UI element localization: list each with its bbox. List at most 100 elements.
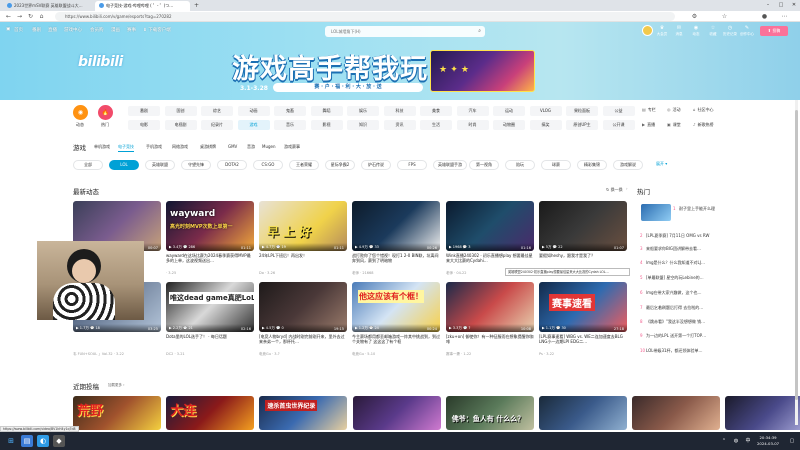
hot-list-item[interactable]: 1 耐子里上手能开么理: [673, 206, 733, 212]
messages-entry[interactable]: ✉ 消息: [672, 25, 686, 37]
profile-icon[interactable]: ●: [760, 12, 769, 21]
zone-tab-0[interactable]: 单机游戏: [94, 144, 110, 150]
video-uploader[interactable]: 韦 FUN+SOUL 」Vol.32 · 3-22: [73, 352, 124, 357]
notification-icon[interactable]: ▢: [786, 435, 798, 447]
category-row2-8[interactable]: 生活: [420, 120, 452, 130]
side-cat-column[interactable]: ▤ 专栏: [642, 107, 656, 113]
side-cat-live[interactable]: ▶ 直播: [642, 122, 655, 128]
video-thumbnail[interactable]: ▶ 5万 💬 22 01:07: [539, 201, 627, 251]
recent-post-thumbnail[interactable]: [539, 396, 627, 430]
category-row1-12[interactable]: 果粒面板: [566, 106, 598, 116]
creator-center-entry[interactable]: ✎ 创作中心: [740, 25, 754, 37]
tag-pill-13[interactable]: 球赛: [541, 160, 571, 170]
nav-mall[interactable]: 会员购: [90, 27, 104, 33]
zone-tab-8[interactable]: 游戏赛事: [284, 144, 300, 150]
tags-expand-button[interactable]: 展开 ▾: [656, 161, 667, 167]
category-row1-4[interactable]: 鬼畜: [274, 106, 306, 116]
tag-pill-5[interactable]: CS:GO: [253, 160, 283, 170]
reload-icon[interactable]: ↻: [26, 12, 35, 21]
hot-list-item[interactable]: 5 [单最联盟] 星空的玩Lebine的…: [640, 275, 730, 281]
video-title[interactable]: wayward在这场比赛为2024春季赛获得MVP最多的上单，这波视频送出…: [166, 253, 254, 263]
category-row1-0[interactable]: 番剧: [128, 106, 160, 116]
recent-post-thumbnail[interactable]: [632, 396, 721, 430]
video-uploader[interactable]: · 3-25: [166, 271, 176, 275]
hot-list-item[interactable]: 10LOL带级31杯，都还领体验单…: [640, 348, 730, 354]
category-row2-13[interactable]: 公开课: [602, 120, 635, 130]
menu-icon[interactable]: ⋯: [780, 12, 789, 21]
category-row1-8[interactable]: 美食: [420, 106, 452, 116]
tag-pill-9[interactable]: FPS: [397, 160, 427, 170]
refresh-button[interactable]: ↻ 换一换: [606, 187, 623, 193]
category-row2-0[interactable]: 电影: [128, 120, 160, 130]
video-title[interactable]: [73, 334, 161, 344]
zone-tab-2[interactable]: 手机游戏: [146, 144, 162, 150]
category-row2-7[interactable]: 资讯: [383, 120, 416, 130]
nav-home-icon[interactable]: ▣: [6, 27, 10, 32]
video-uploader[interactable]: DC2 · 3-21: [166, 352, 185, 356]
video-thumbnail[interactable]: 他这应该有个框！ ▶ 1.2万 💬 24 00:24: [352, 282, 440, 332]
category-row1-2[interactable]: 综艺: [201, 106, 233, 116]
category-row2-11[interactable]: 搞笑: [529, 120, 562, 130]
zone-tab-6[interactable]: 音游: [247, 144, 255, 150]
user-avatar[interactable]: [642, 25, 653, 36]
video-uploader[interactable]: 老师 · 21668: [352, 271, 373, 276]
category-row2-3[interactable]: 游戏: [237, 120, 270, 130]
tag-pill-1[interactable]: LOL: [109, 160, 139, 170]
app-taskbar-icon[interactable]: ◆: [53, 435, 65, 447]
minimize-icon[interactable]: –: [762, 0, 774, 11]
zone-tab-4[interactable]: 桌游棋牌: [200, 144, 216, 150]
video-uploader[interactable]: 赛事一妻 · 1-22: [446, 352, 471, 357]
system-clock[interactable]: 20:34:39 2024-03-07: [757, 435, 779, 447]
hot-list-item[interactable]: 3 来船要求你BIG团讲解带去看…: [640, 246, 730, 252]
video-thumbnail[interactable]: wayward 高光时刻MVP次数上单第一 ▶ 3.4万 💬 286 01:11: [166, 201, 254, 251]
hot-list-item[interactable]: 2 [LPL夏季赛] 7月11日 OMG vs RW: [640, 233, 730, 239]
category-row2-1[interactable]: 电视剧: [164, 120, 197, 130]
recent-post-thumbnail[interactable]: 速杀首虫世界纪录: [259, 396, 348, 430]
banner-pill[interactable]: 赛 · 户 · 福 · 利 · 大 · 放 · 送: [273, 83, 423, 92]
hot-list-item[interactable]: 4 lmg是什么？什么我知道不对LJ…: [640, 260, 730, 266]
tag-pill-8[interactable]: 炉石传说: [361, 160, 391, 170]
zone-tab-5[interactable]: GMV: [228, 144, 237, 149]
more-arrow-icon[interactable]: ›: [626, 186, 628, 191]
scrollbar-thumb[interactable]: [795, 110, 798, 400]
history-entry[interactable]: ◷ 历史记录: [723, 25, 737, 37]
recent-post-thumbnail[interactable]: 大连: [166, 396, 255, 430]
close-icon[interactable]: ✕: [788, 0, 800, 11]
nav-download-client[interactable]: ⬇ 下载客户端: [143, 27, 171, 33]
category-row1-1[interactable]: 国创: [164, 106, 197, 116]
category-row1-7[interactable]: 科技: [383, 106, 416, 116]
vip-entry[interactable]: ♛ 大会员: [655, 25, 669, 37]
dynamic-circle-icon[interactable]: ◉: [73, 105, 88, 120]
category-row1-3[interactable]: 动画: [237, 106, 270, 116]
video-title[interactable]: 战打败你了您个错视！现打1 2-0 BIN联，坑离间奔到风，赛到了明暗物: [352, 253, 440, 263]
recent-post-thumbnail[interactable]: 佛爷：鱼人有 什么么？: [445, 396, 534, 430]
tag-pill-3[interactable]: 守望先锋: [181, 160, 211, 170]
video-uploader[interactable]: 电竞Gu · 5-10: [352, 352, 375, 357]
search-input[interactable]: LOL城墙角下(H) ⌕: [325, 26, 485, 37]
side-cat-community[interactable]: ⌂ 社区中心: [693, 107, 714, 113]
video-thumbnail[interactable]: ▶ 3.3万 💬 ? 10:08: [446, 282, 534, 332]
tray-arrow-icon[interactable]: ⌃: [718, 435, 730, 447]
video-title[interactable]: 24年LPL下班后！再出发！: [259, 253, 347, 263]
video-thumbnail[interactable]: ▶ 4.5万 💬 0 19:15: [259, 282, 347, 332]
banner-art-image[interactable]: ★ ✦ ★: [430, 50, 535, 92]
hot-list-item[interactable]: 6 lmg在带大家兴趣做，这个也…: [640, 290, 730, 296]
category-row1-10[interactable]: 运动: [493, 106, 525, 116]
side-cat-new-songs[interactable]: ♪ 新歌热榜: [693, 122, 714, 128]
side-cat-activity[interactable]: ◎ 活动: [667, 107, 681, 113]
recent-post-thumbnail[interactable]: [352, 396, 441, 430]
dynamics-entry[interactable]: ◉ 动态: [689, 25, 703, 37]
tag-pill-12[interactable]: 陪玩: [505, 160, 535, 170]
category-row1-5[interactable]: 舞蹈: [310, 106, 343, 116]
hot-list-item[interactable]: 7 最后乞着刷题后打得 去拉啦的…: [640, 305, 730, 311]
favorites-entry[interactable]: ☆ 收藏: [706, 25, 720, 37]
volume-icon[interactable]: 中: [742, 435, 754, 447]
recent-post-thumbnail[interactable]: [725, 396, 800, 430]
tag-pill-0[interactable]: 全部: [73, 160, 103, 170]
tag-pill-14[interactable]: 精彩集锦: [577, 160, 607, 170]
nav-live[interactable]: 直播: [48, 27, 57, 33]
maximize-icon[interactable]: □: [775, 0, 787, 11]
nav-anime[interactable]: 番剧: [32, 27, 41, 33]
category-row2-12[interactable]: 原创UP主: [566, 120, 598, 130]
upload-button[interactable]: ⬆ 投稿: [760, 26, 788, 36]
